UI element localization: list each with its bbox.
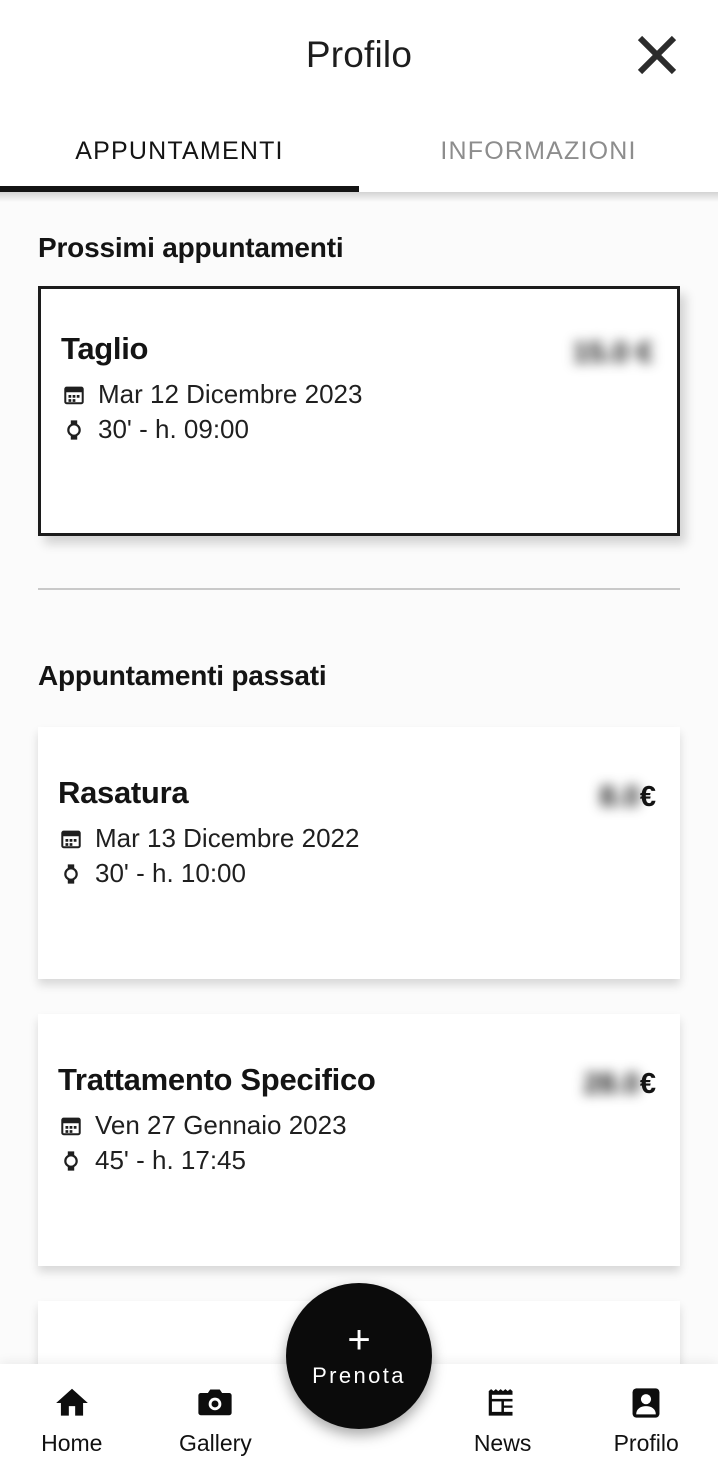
- tab-bar-shadow: [0, 192, 718, 202]
- section-title-past: Appuntamenti passati: [38, 660, 327, 691]
- nav-label-profilo: Profilo: [613, 1430, 679, 1456]
- appointment-time: 45' - h. 17:45: [95, 1145, 246, 1175]
- appointment-card-past[interactable]: Trattamento Specifico Ven 27 Gennaio 202…: [38, 1014, 680, 1266]
- appointment-date-row: Ven 27 Gennaio 2023: [58, 1110, 376, 1141]
- appointment-price: 28.0€: [583, 1062, 656, 1266]
- page-title: Profilo: [305, 34, 413, 75]
- appointment-date-row: Mar 12 Dicembre 2023: [61, 379, 362, 410]
- appointment-time-row: 45' - h. 17:45: [58, 1145, 376, 1176]
- watch-icon: [61, 419, 87, 441]
- section-title-upcoming: Prossimi appuntamenti: [38, 232, 344, 263]
- appointment-time-row: 30' - h. 09:00: [61, 414, 362, 445]
- appointment-info: Trattamento Specifico Ven 27 Gennaio 202…: [58, 1062, 376, 1266]
- home-icon: [53, 1380, 91, 1426]
- tab-appuntamenti-label: APPUNTAMENTI: [75, 136, 284, 165]
- appointment-info: Taglio Mar 12 Dicembre 2023 30' - h. 09:…: [61, 331, 362, 533]
- nav-label-news: News: [473, 1430, 532, 1456]
- profile-screen: Profilo APPUNTAMENTI INFORMAZIONI Prossi…: [0, 0, 718, 1480]
- appointment-info: Rasatura Mar 13 Dicembre 2022 30' - h. 1…: [58, 775, 359, 979]
- calendar-icon: [61, 384, 87, 406]
- camera-icon: [196, 1380, 234, 1426]
- newspaper-icon: [484, 1380, 522, 1426]
- prenota-fab-button[interactable]: + Prenota: [286, 1283, 432, 1429]
- calendar-icon: [58, 828, 84, 850]
- appointment-service-name: Rasatura: [58, 775, 189, 810]
- header: Profilo: [0, 0, 718, 110]
- tab-bar: APPUNTAMENTI INFORMAZIONI: [0, 110, 718, 192]
- tab-appuntamenti[interactable]: APPUNTAMENTI: [0, 110, 359, 192]
- tab-informazioni[interactable]: INFORMAZIONI: [359, 110, 718, 192]
- plus-icon: +: [347, 1318, 371, 1362]
- nav-item-gallery[interactable]: Gallery: [144, 1380, 288, 1457]
- watch-icon: [58, 1150, 84, 1172]
- appointment-date: Ven 27 Gennaio 2023: [95, 1110, 347, 1140]
- appointment-time-row: 30' - h. 10:00: [58, 858, 359, 889]
- contact-card-icon: [627, 1380, 665, 1426]
- appointment-price-amount: 28.0: [583, 1068, 640, 1100]
- appointment-date: Mar 12 Dicembre 2023: [98, 379, 363, 409]
- appointment-card-next[interactable]: Taglio Mar 12 Dicembre 2023 30' - h. 09:…: [38, 286, 680, 536]
- tab-informazioni-label: INFORMAZIONI: [440, 136, 637, 165]
- appointment-service-name: Trattamento Specifico: [58, 1062, 376, 1097]
- appointment-price-currency: €: [639, 1068, 656, 1100]
- nav-item-profilo[interactable]: Profilo: [574, 1380, 718, 1457]
- prenota-label: Prenota: [312, 1363, 406, 1388]
- appointment-service-name: Taglio: [61, 331, 149, 366]
- nav-item-news[interactable]: News: [431, 1380, 575, 1457]
- appointment-date: Mar 13 Dicembre 2022: [95, 823, 360, 853]
- nav-label-gallery: Gallery: [178, 1430, 252, 1456]
- appointment-price-currency: €: [639, 781, 656, 813]
- appointment-time: 30' - h. 09:00: [98, 414, 249, 444]
- appointment-price: 15.0 €: [572, 337, 653, 369]
- active-tab-indicator: [0, 186, 359, 192]
- close-icon[interactable]: [624, 22, 690, 88]
- appointment-date-row: Mar 13 Dicembre 2022: [58, 823, 359, 854]
- appointment-card-past[interactable]: Rasatura Mar 13 Dicembre 2022 30' - h. 1…: [38, 727, 680, 979]
- appointment-time: 30' - h. 10:00: [95, 858, 246, 888]
- appointment-price: 8.0€: [600, 775, 656, 979]
- appointment-price-amount: 8.0: [599, 781, 640, 813]
- nav-label-home: Home: [41, 1430, 103, 1456]
- nav-item-home[interactable]: Home: [0, 1380, 144, 1457]
- watch-icon: [58, 863, 84, 885]
- calendar-icon: [58, 1115, 84, 1137]
